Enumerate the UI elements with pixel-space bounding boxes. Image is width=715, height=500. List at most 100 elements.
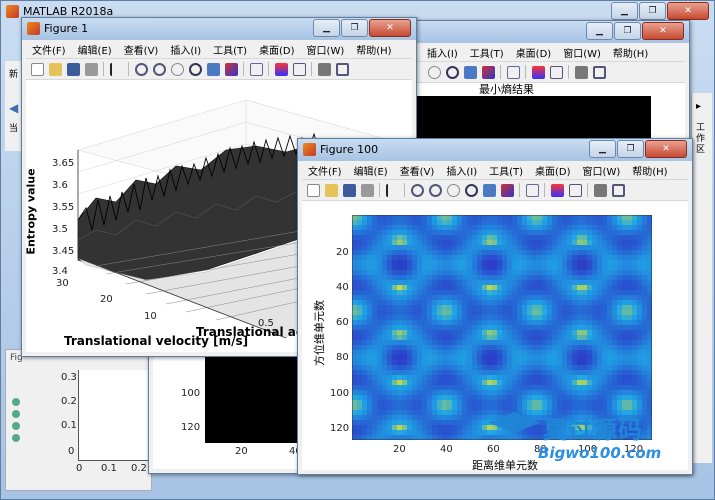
print-icon[interactable] xyxy=(360,183,374,197)
item-icon[interactable] xyxy=(12,434,20,442)
pan-icon[interactable] xyxy=(427,65,441,79)
hide-plottools-icon[interactable] xyxy=(593,183,607,197)
menu-edit[interactable]: 编辑(E) xyxy=(72,42,118,57)
brush-icon[interactable] xyxy=(481,65,495,79)
menu-view[interactable]: 查看(V) xyxy=(394,163,441,178)
item-icon[interactable] xyxy=(12,410,20,418)
open-icon[interactable] xyxy=(324,183,338,197)
heatmap-cell xyxy=(427,425,433,431)
zoom-in-icon[interactable] xyxy=(410,183,424,197)
show-plottools-icon[interactable] xyxy=(611,183,625,197)
heatmap-cell xyxy=(602,315,608,321)
menu-help[interactable]: 帮助(H) xyxy=(626,163,673,178)
link-icon[interactable] xyxy=(525,183,539,197)
menu-tools[interactable]: 工具(T) xyxy=(464,45,510,60)
minimize-button[interactable]: ▁ xyxy=(586,22,613,40)
hide-plottools-icon[interactable] xyxy=(574,65,588,79)
heatmap-cell xyxy=(457,280,463,286)
open-icon[interactable] xyxy=(48,62,62,76)
pan-icon[interactable] xyxy=(170,62,184,76)
maximize-button[interactable]: ❐ xyxy=(614,22,641,40)
rotate-icon[interactable] xyxy=(445,65,459,79)
heatmap-cell xyxy=(637,245,643,251)
menu-window[interactable]: 窗口(W) xyxy=(557,45,607,60)
maximize-button[interactable]: ❐ xyxy=(639,2,666,20)
datacursor-icon[interactable] xyxy=(463,65,477,79)
print-icon[interactable] xyxy=(84,62,98,76)
menu-insert[interactable]: 插入(I) xyxy=(164,42,207,57)
legend-icon[interactable] xyxy=(549,65,563,79)
maximize-button[interactable]: ❐ xyxy=(341,19,368,37)
hide-plottools-icon[interactable] xyxy=(317,62,331,76)
select-arrow-icon[interactable] xyxy=(109,62,123,76)
show-plottools-icon[interactable] xyxy=(335,62,349,76)
heatmap-cell xyxy=(472,370,478,376)
heatmap-cell xyxy=(362,270,368,276)
close-button[interactable]: ✕ xyxy=(667,2,709,20)
maximize-button[interactable]: ❐ xyxy=(617,140,644,158)
pan-icon[interactable] xyxy=(446,183,460,197)
heatmap-cell xyxy=(542,290,548,296)
menu-desktop[interactable]: 桌面(D) xyxy=(253,42,301,57)
menu-view[interactable]: 查看(V) xyxy=(118,42,165,57)
heatmap-cell xyxy=(647,245,652,251)
nav-back-icon[interactable]: ◀ xyxy=(9,101,18,115)
colorbar-icon[interactable] xyxy=(274,62,288,76)
zoom-out-icon[interactable] xyxy=(428,183,442,197)
datacursor-icon[interactable] xyxy=(206,62,220,76)
legend-icon[interactable] xyxy=(292,62,306,76)
legend-icon[interactable] xyxy=(568,183,582,197)
menu-desktop[interactable]: 桌面(D) xyxy=(529,163,577,178)
zoom-in-icon[interactable] xyxy=(134,62,148,76)
save-icon[interactable] xyxy=(342,183,356,197)
heatmap-cell xyxy=(477,260,483,266)
menu-insert[interactable]: 插入(I) xyxy=(440,163,483,178)
menu-edit[interactable]: 编辑(E) xyxy=(348,163,394,178)
menu-desktop[interactable]: 桌面(D) xyxy=(510,45,558,60)
close-button[interactable]: ✕ xyxy=(645,140,687,158)
heatmap-cell xyxy=(527,330,533,336)
menu-tools[interactable]: 工具(T) xyxy=(483,163,529,178)
menu-help[interactable]: 帮助(H) xyxy=(607,45,654,60)
heatmap-cell xyxy=(482,300,488,306)
menu-tools[interactable]: 工具(T) xyxy=(207,42,253,57)
rotate-icon[interactable] xyxy=(188,62,202,76)
heatmap-cell xyxy=(407,315,413,321)
close-button[interactable]: ✕ xyxy=(369,19,411,37)
menu-help[interactable]: 帮助(H) xyxy=(350,42,397,57)
menu-window[interactable]: 窗口(W) xyxy=(301,42,351,57)
zoom-out-icon[interactable] xyxy=(152,62,166,76)
heatmap-cell xyxy=(597,245,603,251)
workspace-label[interactable]: 工作区 xyxy=(696,123,706,156)
minimize-button[interactable]: ▁ xyxy=(611,2,638,20)
close-button[interactable]: ✕ xyxy=(642,22,684,40)
minimize-button[interactable]: ▁ xyxy=(589,140,616,158)
panel-scroll-icon[interactable]: ▸ xyxy=(696,101,701,112)
rotate-icon[interactable] xyxy=(464,183,478,197)
heatmap-cell xyxy=(612,355,618,361)
item-icon[interactable] xyxy=(12,398,20,406)
link-icon[interactable] xyxy=(249,62,263,76)
new-figure-icon[interactable] xyxy=(30,62,44,76)
colorbar-icon[interactable] xyxy=(531,65,545,79)
heatmap-cell xyxy=(377,255,383,261)
minimize-button[interactable]: ▁ xyxy=(313,19,340,37)
save-icon[interactable] xyxy=(66,62,80,76)
select-arrow-icon[interactable] xyxy=(385,183,399,197)
heatmap-cell xyxy=(417,270,423,276)
heatmap-cell xyxy=(402,425,408,431)
menu-window[interactable]: 窗口(W) xyxy=(577,163,627,178)
menu-insert[interactable]: 插入(I) xyxy=(421,45,464,60)
datacursor-icon[interactable] xyxy=(482,183,496,197)
heatmap-cell xyxy=(577,280,583,286)
colorbar-icon[interactable] xyxy=(550,183,564,197)
show-plottools-icon[interactable] xyxy=(592,65,606,79)
menu-file[interactable]: 文件(F) xyxy=(26,42,72,57)
menu-file[interactable]: 文件(F) xyxy=(302,163,348,178)
item-icon[interactable] xyxy=(12,422,20,430)
brush-icon[interactable] xyxy=(224,62,238,76)
new-figure-icon[interactable] xyxy=(306,183,320,197)
heatmap-cell xyxy=(397,360,403,366)
brush-icon[interactable] xyxy=(500,183,514,197)
link-icon[interactable] xyxy=(506,65,520,79)
